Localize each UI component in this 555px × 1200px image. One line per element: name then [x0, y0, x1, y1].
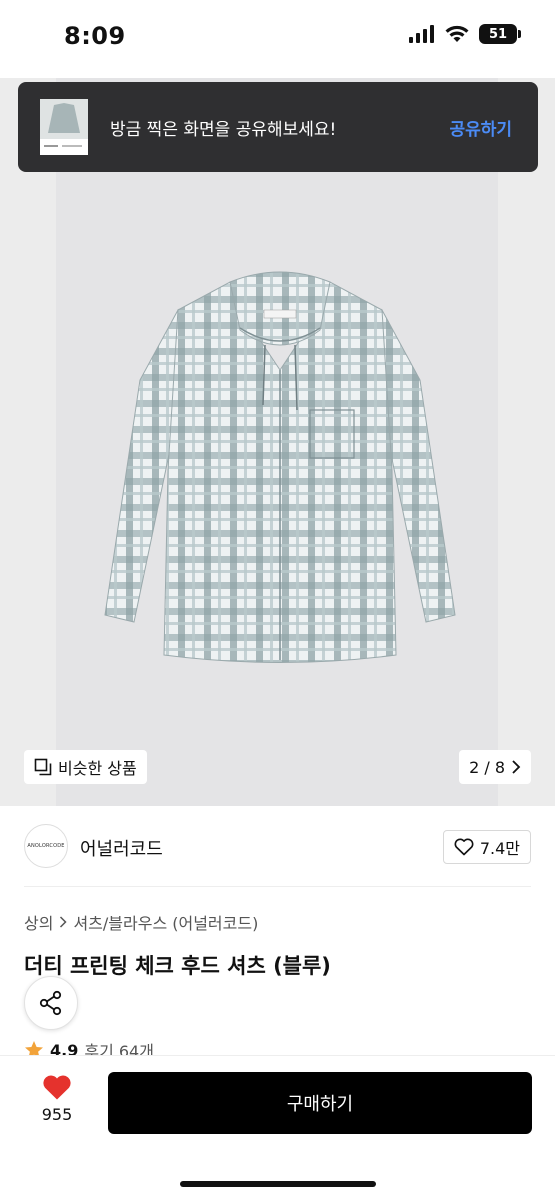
breadcrumb-subcategory[interactable]: 셔츠/블라우스 (어널러코드)	[73, 910, 258, 934]
home-indicator[interactable]	[180, 1181, 376, 1187]
screenshot-thumbnail[interactable]	[40, 99, 88, 155]
like-count: 955	[41, 1105, 73, 1124]
share-button[interactable]	[24, 976, 78, 1030]
brand-logo[interactable]: ANOLORCODE	[24, 824, 68, 868]
share-action-button[interactable]: 공유하기	[449, 115, 512, 140]
brand-like-button[interactable]: 7.4만	[442, 830, 531, 864]
heart-filled-icon	[43, 1075, 71, 1100]
breadcrumb-category[interactable]: 상의	[24, 910, 53, 934]
similar-products-label: 비슷한 상품	[58, 759, 137, 778]
product-title: 더티 프린팅 체크 후드 셔츠 (블루)	[24, 954, 331, 978]
heart-outline-icon	[454, 838, 474, 856]
copy-icon	[34, 758, 52, 776]
share-toast: 방금 찍은 화면을 공유해보세요! 공유하기	[18, 82, 538, 172]
like-button[interactable]: 955	[36, 1074, 78, 1124]
divider	[24, 886, 531, 887]
bottom-action-bar: 955 구매하기	[0, 1056, 555, 1200]
status-time: 8:09	[64, 22, 126, 50]
status-bar: 8:09 51	[0, 0, 555, 78]
brand-like-count: 7.4만	[479, 839, 520, 858]
product-image-gallery[interactable]: 비슷한 상품 2 / 8	[0, 78, 555, 806]
brand-name[interactable]: 어널러코드	[80, 835, 163, 861]
share-icon	[39, 990, 62, 1016]
page-counter-text: 2 / 8	[469, 757, 505, 777]
similar-products-button[interactable]: 비슷한 상품	[24, 750, 147, 784]
wifi-icon	[445, 25, 469, 42]
signal-icon	[409, 25, 434, 43]
image-page-counter[interactable]: 2 / 8	[459, 750, 531, 784]
status-icons: 51	[409, 24, 521, 44]
brand-row[interactable]: ANOLORCODE 어널러코드 7.4만	[0, 806, 555, 886]
chevron-right-icon	[512, 760, 521, 774]
breadcrumb: 상의 셔츠/블라우스 (어널러코드)	[24, 910, 258, 934]
toast-message: 방금 찍은 화면을 공유해보세요!	[110, 120, 337, 140]
chevron-right-icon	[60, 916, 68, 928]
buy-button[interactable]: 구매하기	[108, 1072, 532, 1134]
battery-icon: 51	[479, 24, 521, 44]
product-image	[104, 271, 456, 663]
